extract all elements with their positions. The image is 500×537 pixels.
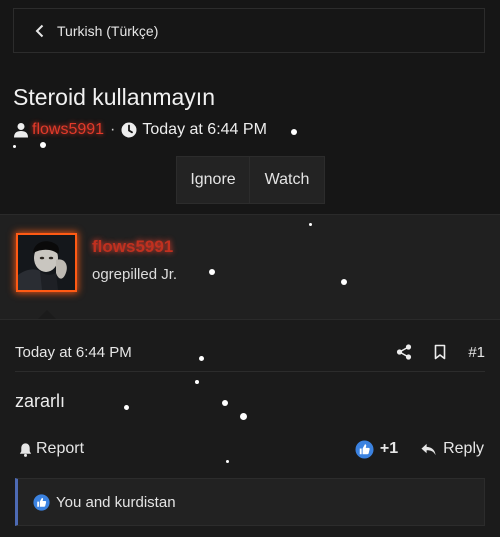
avatar[interactable] [16,233,77,292]
post-header: Today at 6:44 PM #1 [15,337,485,367]
chevron-left-icon [35,24,44,37]
post: flows5991 ogrepilled Jr. Today at 6:44 P… [0,214,500,537]
post-body: zararlı [15,391,66,411]
likes-count[interactable]: +1 [380,440,398,458]
message-pointer [38,310,56,319]
ignore-button[interactable]: Ignore [177,157,250,203]
divider [15,371,485,372]
thread-meta: flows5991 · Today at 6:44 PM [13,121,267,139]
avatar-photo [18,235,75,290]
thread-author-link[interactable]: flows5991 [32,121,104,139]
bookmark-icon[interactable] [432,344,448,360]
likes-summary[interactable]: You and kurdistan [15,478,485,526]
share-icon[interactable] [396,344,412,360]
thread-date[interactable]: Today at 6:44 PM [142,121,267,139]
post-user-title: ogrepilled Jr. [92,266,178,283]
post-footer: Report +1 Reply [18,435,484,463]
post-user-block: flows5991 ogrepilled Jr. [0,215,500,320]
clock-icon [121,122,137,138]
user-icon [14,123,28,138]
breadcrumb[interactable]: Turkish (Türkçe) [13,8,485,53]
snow-particle [40,142,46,148]
breadcrumb-label: Turkish (Türkçe) [57,22,159,39]
report-button[interactable]: Report [18,440,84,458]
thumbs-up-icon[interactable] [355,439,374,459]
likes-text: You and kurdistan [56,493,176,511]
reply-button[interactable]: Reply [443,440,484,458]
thread-title: Steroid kullanmayın [13,84,215,110]
post-header-actions: #1 [396,344,485,361]
post-date[interactable]: Today at 6:44 PM [15,344,132,361]
watch-button[interactable]: Watch [250,157,324,203]
report-label: Report [36,440,85,457]
thumbs-up-icon [33,493,50,511]
snow-particle [291,129,297,135]
meta-separator: · [110,121,116,138]
thread-actions: Ignore Watch [176,156,325,204]
reply-icon [421,443,436,455]
post-number[interactable]: #1 [468,344,485,361]
post-username[interactable]: flows5991 [92,237,173,257]
bell-icon [19,442,32,457]
post-footer-right: +1 Reply [355,439,484,459]
snow-particle [13,145,16,148]
